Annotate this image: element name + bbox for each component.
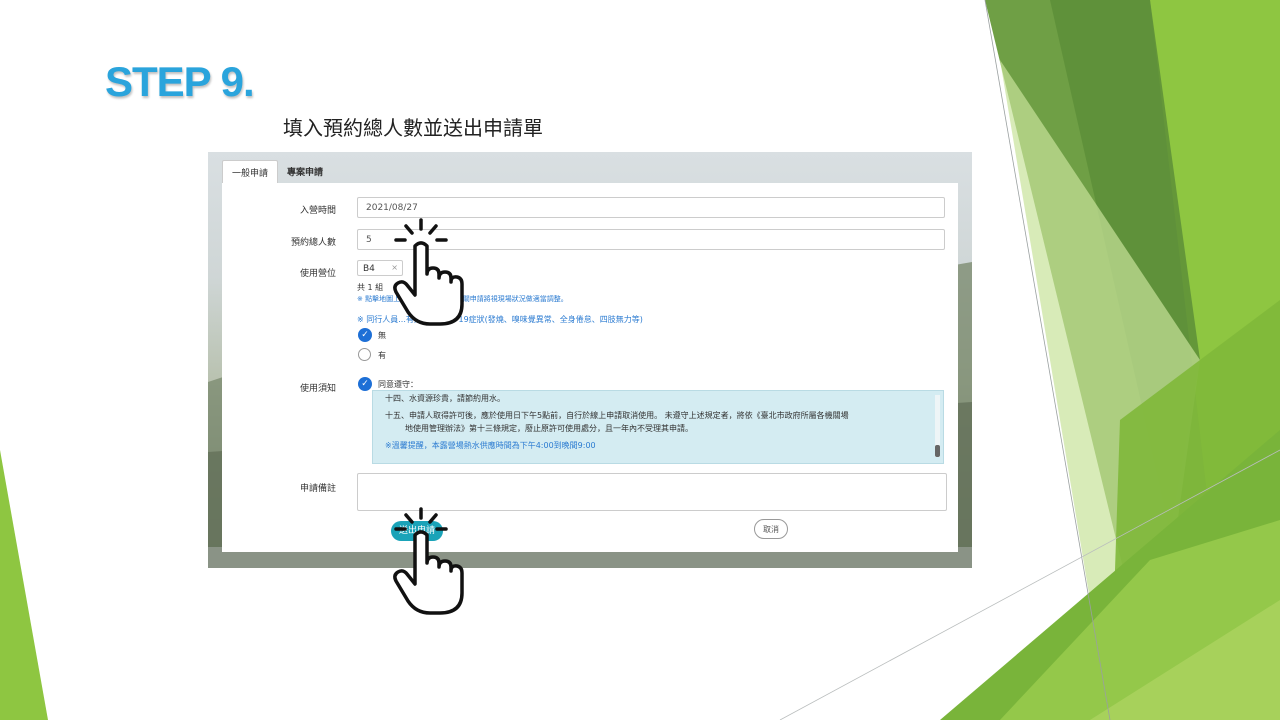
site-count: 共 1 組 — [357, 283, 384, 292]
tab-project[interactable]: 專案申請 — [278, 160, 332, 183]
notice-scrollbar[interactable] — [935, 395, 940, 457]
people-label: 預約總人數 — [290, 238, 336, 248]
scrollbar-thumb[interactable] — [935, 445, 940, 457]
form-screenshot: 一般申請 專案申請 入營時間 2021/08/27 預約總人數 5 使用營位 B… — [208, 152, 972, 568]
agree-check-icon[interactable]: ✓ — [358, 377, 372, 391]
form-panel: 入營時間 2021/08/27 預約總人數 5 使用營位 B4 × 共 1 組 … — [222, 183, 958, 552]
hand-pointer-icon — [393, 218, 464, 326]
agree-label: 同意遵守： — [378, 380, 418, 389]
step-title: STEP 9. — [105, 58, 255, 105]
notice-line: 十四、水資源珍貴，請節約用水。 — [385, 394, 505, 403]
site-tag-text: B4 — [363, 264, 375, 274]
date-label: 入營時間 — [299, 206, 336, 216]
cancel-button[interactable]: 取消 — [754, 519, 788, 539]
remarks-label: 申請備註 — [299, 484, 336, 494]
check-icon[interactable]: ✓ — [358, 328, 372, 342]
tab-bar: 一般申請 專案申請 — [222, 160, 332, 183]
date-field[interactable]: 2021/08/27 — [357, 197, 945, 218]
covid-radio-yes[interactable] — [358, 348, 371, 361]
covid-option-yes: 有 — [378, 351, 386, 360]
site-label: 使用營位 — [299, 269, 336, 279]
hand-pointer-icon — [393, 507, 464, 615]
slide-subtitle: 填入預約總人數並送出申請單 — [283, 116, 543, 140]
notice-line: 地使用管理辦法》第十三條規定，廢止原許可使用處分，且一年內不受理其申請。 — [405, 424, 693, 433]
tab-general[interactable]: 一般申請 — [222, 160, 279, 183]
covid-option-no: 無 — [378, 331, 386, 340]
notice-reminder: ※溫馨提醒，本露營場熱水供應時間為下午4:00到晚間9:00 — [385, 441, 596, 450]
notice-line: 十五、申請人取得許可後，應於使用日下午5點前，自行於線上申請取消使用。 未遵守上… — [385, 411, 849, 420]
rules-label: 使用須知 — [299, 384, 336, 394]
rules-notice-box: 十四、水資源珍貴，請節約用水。 十五、申請人取得許可後，應於使用日下午5點前，自… — [372, 390, 944, 464]
